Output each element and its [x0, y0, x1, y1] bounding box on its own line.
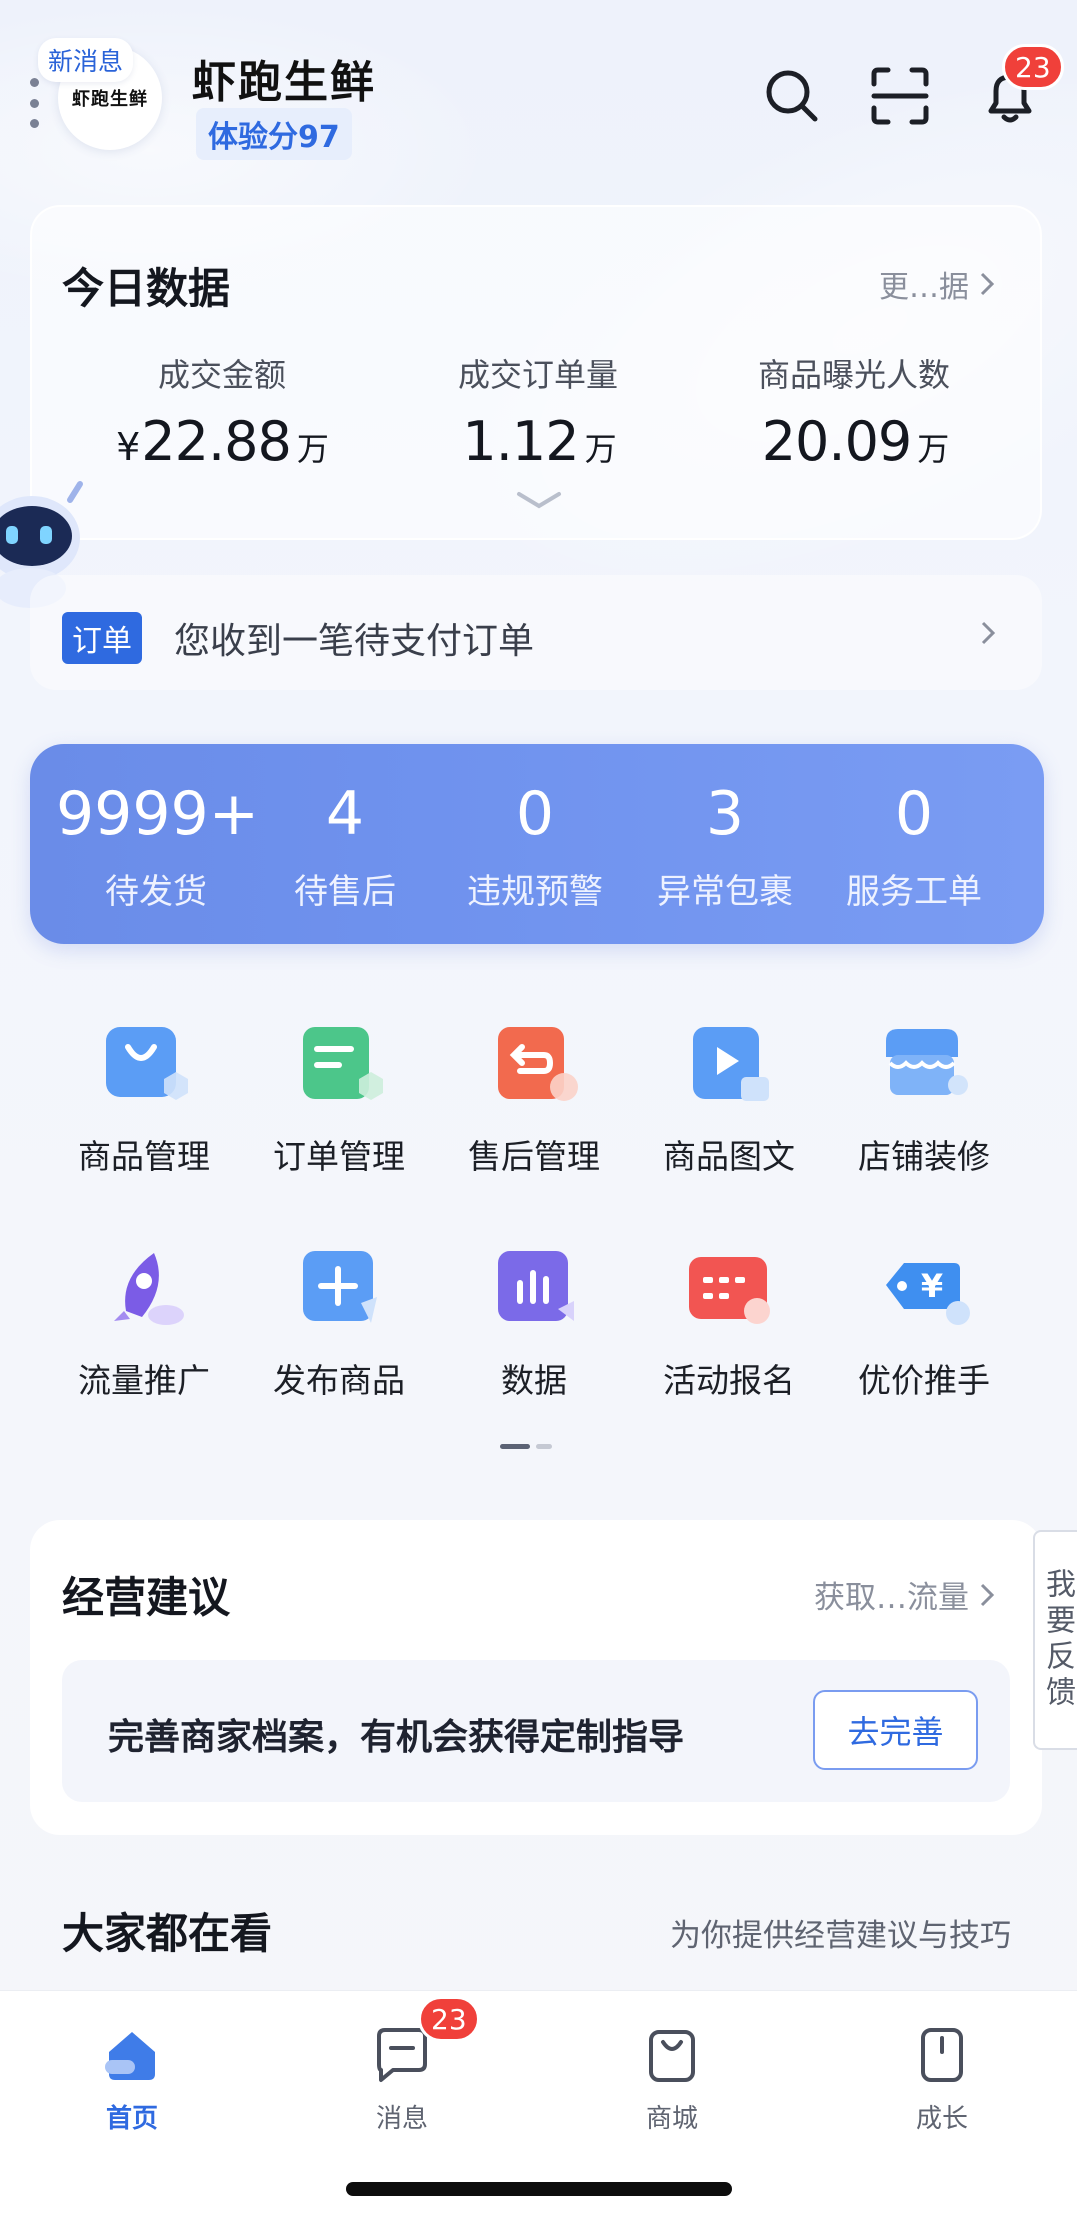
chevron-right-icon [980, 1583, 995, 1606]
stat-value: 4 [325, 779, 365, 849]
grid-label: 店铺装修 [858, 1137, 990, 1176]
home-indicator[interactable] [346, 2182, 732, 2196]
video-doc-icon [674, 1010, 784, 1120]
metric-label: 商品曝光人数 [757, 356, 950, 394]
grid-label: 商品管理 [78, 1137, 210, 1176]
everyone-watching-title: 大家都在看 [62, 1909, 273, 1958]
grid-price-promoter[interactable]: ¥ 优价推手 [829, 1234, 1019, 1402]
store-name: 虾跑生鲜 [192, 57, 376, 108]
todo-stats-panel: 9999+ 待发货 4 待售后 0 违规预警 3 异常包裹 0 服务工单 [30, 744, 1044, 944]
stat-label: 异常包裹 [657, 872, 793, 912]
home-icon [97, 2020, 167, 2090]
metric-deal-amount[interactable]: 成交金额 ¥22.88 万 [72, 350, 372, 473]
tab-label: 消息 [375, 2104, 428, 2134]
order-notice-text[interactable]: 您收到一笔待支付订单 [174, 612, 534, 664]
stat-value: 9999+ [56, 779, 259, 849]
metric-value: ¥22.88 万 [116, 410, 329, 473]
metric-order-count[interactable]: 成交订单量 1.12 万 [388, 350, 688, 473]
grid-label: 售后管理 [468, 1137, 600, 1176]
stat-service-ticket[interactable]: 0 服务工单 [814, 784, 1014, 913]
tab-label: 商城 [645, 2104, 698, 2134]
stat-value: 3 [705, 779, 745, 849]
grid-label: 商品图文 [663, 1137, 795, 1176]
bar-chart-icon [479, 1234, 589, 1344]
feedback-tab[interactable]: 我要反馈 [1033, 1530, 1077, 1750]
today-more-label: 更…据 [879, 270, 969, 305]
new-message-badge[interactable]: 新消息 [38, 38, 134, 82]
order-tag: 订单 [62, 612, 142, 664]
suggestion-text: 完善商家档案，有机会获得定制指导 [108, 1717, 685, 1758]
feedback-label: 我要反馈 [1040, 1568, 1075, 1712]
stat-label: 服务工单 [846, 872, 982, 912]
complete-profile-button[interactable]: 去完善 [813, 1690, 978, 1770]
more-dots-icon[interactable] [28, 78, 40, 128]
grid-data[interactable]: 数据 [439, 1234, 629, 1402]
notification-count-badge: 23 [1002, 44, 1064, 90]
calendar-icon [674, 1234, 784, 1344]
chevron-down-icon[interactable] [516, 490, 562, 516]
stat-value: 0 [515, 779, 555, 849]
grid-publish-product[interactable]: 发布商品 [244, 1234, 434, 1402]
chevron-right-icon [980, 272, 995, 296]
mall-bag-icon [637, 2020, 707, 2090]
stat-abnormal-package[interactable]: 3 异常包裹 [625, 784, 825, 913]
stat-pending-shipment[interactable]: 9999+ 待发货 [56, 779, 259, 913]
avatar-text: 虾跑生鲜 [72, 89, 148, 110]
shopping-bag-icon [89, 1010, 199, 1120]
metric-exposure-users[interactable]: 商品曝光人数 20.09 万 [704, 350, 1004, 473]
grid-label: 活动报名 [663, 1361, 795, 1400]
stat-value: 0 [894, 779, 934, 849]
tab-home[interactable]: 首页 [62, 2020, 202, 2135]
chevron-right-icon[interactable] [980, 620, 996, 650]
svg-text:¥: ¥ [921, 1267, 943, 1305]
return-icon [479, 1010, 589, 1120]
stat-label: 待售后 [294, 872, 396, 912]
grid-label: 流量推广 [78, 1361, 210, 1400]
metric-value: 20.09 万 [761, 410, 950, 473]
metric-label: 成交金额 [157, 356, 286, 394]
storefront-icon [869, 1010, 979, 1120]
everyone-watching-subtitle: 为你提供经营建议与技巧 [670, 1918, 1011, 1954]
price-tag-icon: ¥ [869, 1234, 979, 1344]
tab-label: 成长 [915, 2104, 968, 2134]
metric-value: 1.12 万 [462, 410, 616, 473]
stat-label: 违规预警 [467, 872, 603, 912]
suggestion-more-link[interactable]: 获取…流量 [814, 1572, 995, 1617]
today-more-link[interactable]: 更…据 [879, 262, 995, 306]
growth-icon [907, 2020, 977, 2090]
grid-label: 优价推手 [858, 1361, 990, 1400]
grid-label: 发布商品 [273, 1361, 405, 1400]
stat-label: 待发货 [105, 872, 207, 912]
stat-pending-aftersale[interactable]: 4 待售后 [245, 784, 445, 913]
grid-traffic-promotion[interactable]: 流量推广 [49, 1234, 239, 1402]
grid-event-signup[interactable]: 活动报名 [634, 1234, 824, 1402]
suggestion-title: 经营建议 [62, 1573, 231, 1622]
search-icon[interactable] [756, 60, 828, 132]
grid-label: 订单管理 [273, 1137, 405, 1176]
grid-store-decoration[interactable]: 店铺装修 [829, 1010, 1019, 1178]
grid-product-media[interactable]: 商品图文 [634, 1010, 824, 1178]
tab-mall[interactable]: 商城 [602, 2020, 742, 2135]
app-page: 虾跑生鲜 新消息 虾跑生鲜 体验分97 23 今日数据 更…据 成交金额 ¥22… [0, 0, 1077, 2218]
today-data-title: 今日数据 [62, 264, 231, 313]
suggestion-more-label: 获取…流量 [814, 1580, 969, 1616]
grid-order-management[interactable]: 订单管理 [244, 1010, 434, 1178]
stat-violation-warning[interactable]: 0 违规预警 [435, 784, 635, 913]
grid-label: 数据 [501, 1361, 567, 1400]
metric-label: 成交订单量 [457, 356, 618, 394]
tab-label: 首页 [105, 2104, 158, 2134]
order-doc-icon [284, 1010, 394, 1120]
grid-aftersale-management[interactable]: 售后管理 [439, 1010, 629, 1178]
plus-icon [284, 1234, 394, 1344]
grid-page-indicator [500, 1444, 552, 1449]
header: 虾跑生鲜 新消息 虾跑生鲜 体验分97 23 [0, 0, 1077, 180]
scan-icon[interactable] [864, 60, 936, 132]
rocket-icon [89, 1234, 199, 1344]
messages-count-badge: 23 [418, 1996, 480, 2042]
tab-growth[interactable]: 成长 [872, 2020, 1012, 2135]
experience-score[interactable]: 体验分97 [196, 108, 352, 160]
grid-product-management[interactable]: 商品管理 [49, 1010, 239, 1178]
